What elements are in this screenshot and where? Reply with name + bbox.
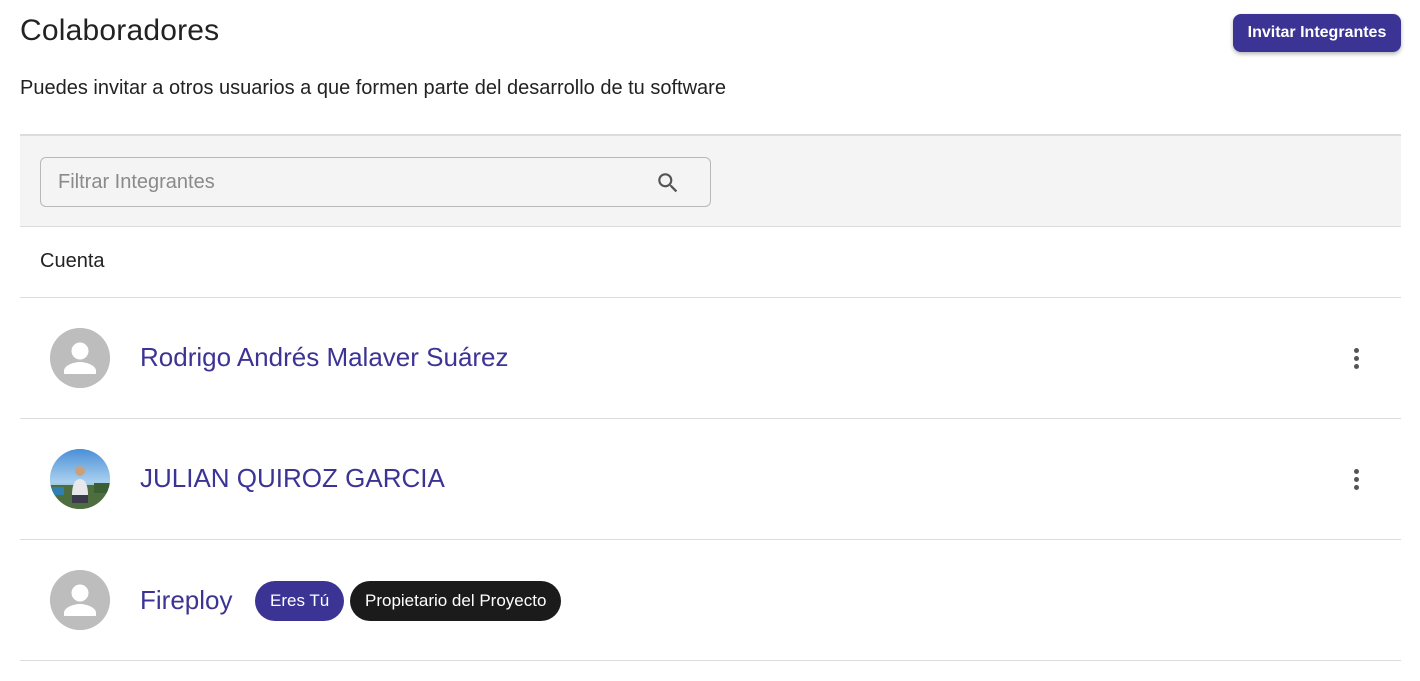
page-title: Colaboradores [20, 14, 220, 47]
dot [1353, 363, 1359, 369]
invite-members-button[interactable]: Invitar Integrantes [1233, 14, 1401, 52]
avatar [50, 449, 110, 509]
you-badge: Eres Tú [255, 581, 345, 621]
member-name[interactable]: Fireploy [140, 585, 232, 616]
search-icon[interactable] [655, 170, 681, 196]
project-owner-badge: Propietario del Proyecto [350, 581, 562, 621]
table-header: Cuenta [20, 227, 1401, 298]
search-input[interactable] [41, 158, 641, 206]
dot [1353, 476, 1359, 482]
table-row: Fireploy Eres Tú Propietario del Proyect… [20, 540, 1401, 661]
profile-photo [50, 449, 110, 509]
page-subtitle: Puedes invitar a otros usuarios a que fo… [20, 77, 726, 99]
dot [1353, 484, 1359, 490]
column-header-account: Cuenta [40, 250, 105, 272]
dot [1353, 347, 1359, 353]
dot [1353, 355, 1359, 361]
table-row: JULIAN QUIROZ GARCIA [20, 419, 1401, 540]
table-row: Rodrigo Andrés Malaver Suárez [20, 298, 1401, 419]
more-options-button[interactable] [1340, 459, 1372, 499]
person-icon [50, 328, 110, 388]
filter-bar [20, 134, 1401, 227]
search-box[interactable] [40, 157, 711, 207]
more-options-button[interactable] [1340, 338, 1372, 378]
avatar [50, 570, 110, 630]
person-icon [50, 570, 110, 630]
avatar [50, 328, 110, 388]
member-name[interactable]: Rodrigo Andrés Malaver Suárez [140, 342, 509, 373]
member-name[interactable]: JULIAN QUIROZ GARCIA [140, 463, 445, 494]
dot [1353, 468, 1359, 474]
